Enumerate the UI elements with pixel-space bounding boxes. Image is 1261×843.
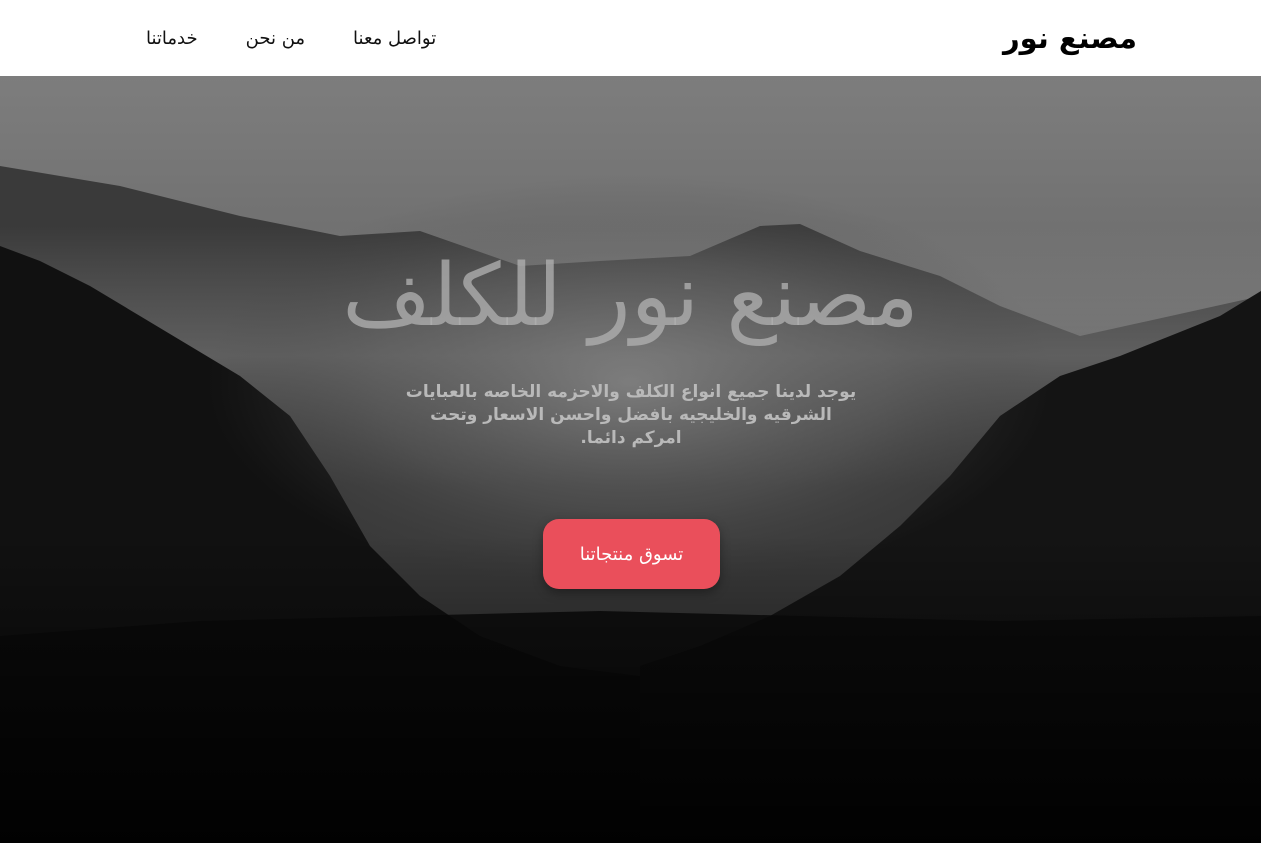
brand-logo[interactable]: مصنع نور <box>1003 18 1137 58</box>
nav-link-services[interactable]: خدماتنا <box>146 26 198 52</box>
nav-link-about[interactable]: من نحن <box>246 26 305 52</box>
navbar: مصنع نور خدماتنا من نحن تواصل معنا <box>0 0 1261 76</box>
nav-link-contact[interactable]: تواصل معنا <box>353 26 436 52</box>
hero-background-image <box>0 166 1261 843</box>
nav-links: خدماتنا من نحن تواصل معنا <box>146 26 436 52</box>
hero-description: يوجد لدينا جميع انواع الكلف والاحزمه الخ… <box>405 382 857 448</box>
hero-title: مصنع نور للكلف <box>342 246 919 346</box>
hero-section: مصنع نور للكلف يوجد لدينا جميع انواع الك… <box>0 76 1261 843</box>
shop-products-button[interactable]: تسوق منتجاتنا <box>543 519 720 589</box>
